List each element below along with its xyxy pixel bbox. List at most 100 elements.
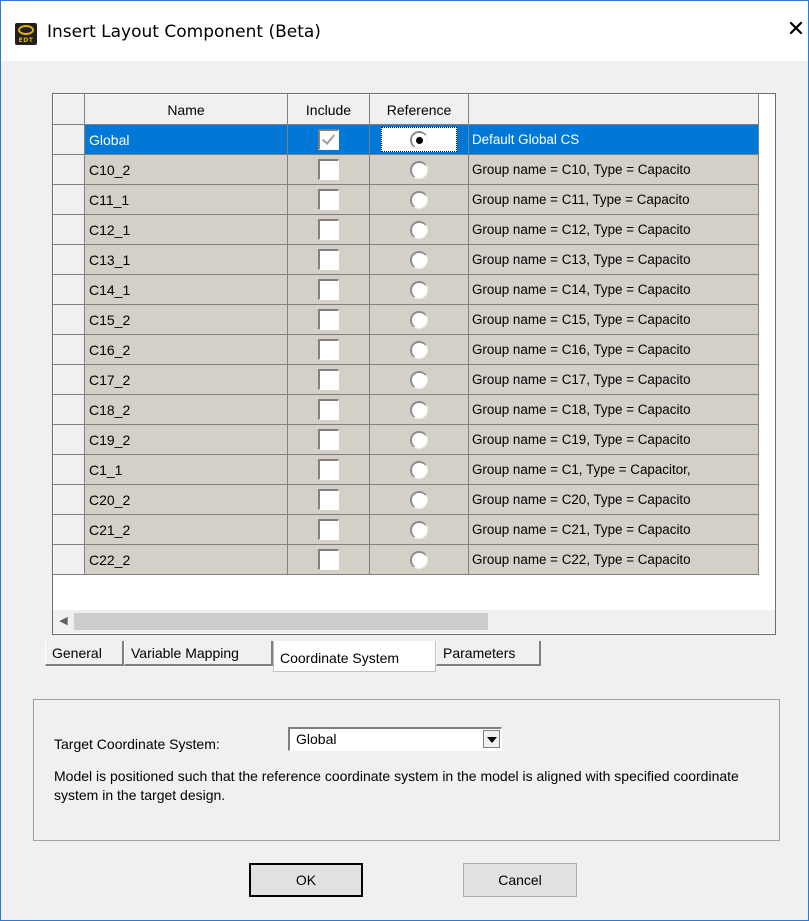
- row-header[interactable]: [53, 364, 85, 395]
- reference-radio[interactable]: [410, 430, 428, 449]
- cell-name[interactable]: C12_1: [84, 214, 288, 245]
- reference-radio[interactable]: [410, 280, 428, 299]
- cell-name[interactable]: C18_2: [84, 394, 288, 425]
- include-checkbox[interactable]: [318, 459, 339, 480]
- table-row[interactable]: C16_2 Group name = C16, Type = Capacito: [53, 334, 759, 365]
- reference-radio[interactable]: [410, 220, 428, 239]
- table-row[interactable]: C21_2 Group name = C21, Type = Capacito: [53, 514, 759, 545]
- row-header[interactable]: [53, 484, 85, 515]
- cell-description[interactable]: Group name = C18, Type = Capacito: [468, 394, 759, 425]
- row-header[interactable]: [53, 184, 85, 215]
- cell-description[interactable]: Group name = C19, Type = Capacito: [468, 424, 759, 455]
- table-row[interactable]: C19_2 Group name = C19, Type = Capacito: [53, 424, 759, 455]
- include-checkbox[interactable]: [318, 279, 339, 300]
- row-header[interactable]: [53, 154, 85, 185]
- table-row[interactable]: C13_1 Group name = C13, Type = Capacito: [53, 244, 759, 275]
- table-row[interactable]: C17_2 Group name = C17, Type = Capacito: [53, 364, 759, 395]
- cell-name[interactable]: C17_2: [84, 364, 288, 395]
- reference-radio[interactable]: [410, 490, 428, 509]
- cell-description[interactable]: Group name = C14, Type = Capacito: [468, 274, 759, 305]
- include-checkbox[interactable]: [318, 249, 339, 270]
- cell-name[interactable]: C20_2: [84, 484, 288, 515]
- reference-radio[interactable]: [410, 160, 428, 179]
- reference-radio[interactable]: [410, 190, 428, 209]
- scroll-left-icon[interactable]: ◀: [53, 610, 74, 633]
- reference-radio[interactable]: [410, 370, 428, 389]
- table-row[interactable]: C1_1 Group name = C1, Type = Capacitor,: [53, 454, 759, 485]
- row-header[interactable]: [53, 544, 85, 575]
- reference-radio[interactable]: [410, 520, 428, 539]
- table-row[interactable]: C11_1 Group name = C11, Type = Capacito: [53, 184, 759, 215]
- include-checkbox[interactable]: [318, 549, 339, 570]
- cell-name[interactable]: C11_1: [84, 184, 288, 215]
- cell-description[interactable]: Group name = C12, Type = Capacito: [468, 214, 759, 245]
- chevron-down-icon[interactable]: [483, 730, 500, 748]
- column-header-name[interactable]: Name: [84, 94, 288, 125]
- include-checkbox[interactable]: [318, 399, 339, 420]
- cell-description[interactable]: Group name = C16, Type = Capacito: [468, 334, 759, 365]
- reference-radio[interactable]: [410, 130, 428, 149]
- reference-radio[interactable]: [410, 400, 428, 419]
- row-header[interactable]: [53, 214, 85, 245]
- table-row[interactable]: C15_2 Group name = C15, Type = Capacito: [53, 304, 759, 335]
- row-header[interactable]: [53, 124, 85, 155]
- cell-name[interactable]: Global: [84, 124, 288, 155]
- cell-name[interactable]: C14_1: [84, 274, 288, 305]
- table-row[interactable]: C22_2 Group name = C22, Type = Capacito: [53, 544, 759, 575]
- row-header[interactable]: [53, 304, 85, 335]
- row-header[interactable]: [53, 424, 85, 455]
- row-header[interactable]: [53, 454, 85, 485]
- cell-description[interactable]: Group name = C10, Type = Capacito: [468, 154, 759, 185]
- cell-description[interactable]: Group name = C21, Type = Capacito: [468, 514, 759, 545]
- include-checkbox[interactable]: [318, 129, 339, 150]
- cell-description[interactable]: Group name = C13, Type = Capacito: [468, 244, 759, 275]
- cell-description[interactable]: Group name = C11, Type = Capacito: [468, 184, 759, 215]
- cell-description[interactable]: Group name = C17, Type = Capacito: [468, 364, 759, 395]
- row-header[interactable]: [53, 274, 85, 305]
- tab-variable-mapping[interactable]: Variable Mapping: [124, 641, 273, 666]
- include-checkbox[interactable]: [318, 159, 339, 180]
- cell-name[interactable]: C16_2: [84, 334, 288, 365]
- include-checkbox[interactable]: [318, 219, 339, 240]
- include-checkbox[interactable]: [318, 489, 339, 510]
- cell-description[interactable]: Default Global CS: [468, 124, 759, 155]
- column-header-description[interactable]: [468, 94, 759, 125]
- cell-name[interactable]: C19_2: [84, 424, 288, 455]
- tab-general[interactable]: General: [45, 641, 124, 666]
- cancel-button[interactable]: Cancel: [463, 863, 577, 897]
- table-row[interactable]: C10_2 Group name = C10, Type = Capacito: [53, 154, 759, 185]
- include-checkbox[interactable]: [318, 189, 339, 210]
- include-checkbox[interactable]: [318, 309, 339, 330]
- cell-description[interactable]: Group name = C22, Type = Capacito: [468, 544, 759, 575]
- reference-radio[interactable]: [410, 250, 428, 269]
- cell-name[interactable]: C10_2: [84, 154, 288, 185]
- reference-radio[interactable]: [410, 340, 428, 359]
- ok-button[interactable]: OK: [249, 863, 363, 897]
- row-header[interactable]: [53, 244, 85, 275]
- horizontal-scrollbar[interactable]: ◀ ▶: [53, 610, 775, 633]
- close-icon[interactable]: ✕: [784, 18, 808, 42]
- title-bar[interactable]: EDT Insert Layout Component (Beta) ✕: [1, 1, 808, 61]
- include-checkbox[interactable]: [318, 339, 339, 360]
- cell-name[interactable]: C22_2: [84, 544, 288, 575]
- cell-name[interactable]: C21_2: [84, 514, 288, 545]
- row-header[interactable]: [53, 334, 85, 365]
- cell-description[interactable]: Group name = C20, Type = Capacito: [468, 484, 759, 515]
- reference-radio[interactable]: [410, 460, 428, 479]
- table-row[interactable]: C18_2 Group name = C18, Type = Capacito: [53, 394, 759, 425]
- cell-name[interactable]: C1_1: [84, 454, 288, 485]
- cell-name[interactable]: C13_1: [84, 244, 288, 275]
- table-row[interactable]: C14_1 Group name = C14, Type = Capacito: [53, 274, 759, 305]
- column-header-reference[interactable]: Reference: [369, 94, 469, 125]
- include-checkbox[interactable]: [318, 429, 339, 450]
- row-header[interactable]: [53, 514, 85, 545]
- table-row[interactable]: C20_2 Group name = C20, Type = Capacito: [53, 484, 759, 515]
- column-header-include[interactable]: Include: [287, 94, 370, 125]
- horizontal-scroll-thumb[interactable]: [74, 613, 488, 630]
- tab-coordinate-system[interactable]: Coordinate System: [273, 641, 436, 672]
- include-checkbox[interactable]: [318, 369, 339, 390]
- tab-parameters[interactable]: Parameters: [436, 641, 541, 666]
- cell-description[interactable]: Group name = C15, Type = Capacito: [468, 304, 759, 335]
- target-coordinate-system-select[interactable]: Global: [288, 727, 502, 751]
- reference-radio[interactable]: [410, 550, 428, 569]
